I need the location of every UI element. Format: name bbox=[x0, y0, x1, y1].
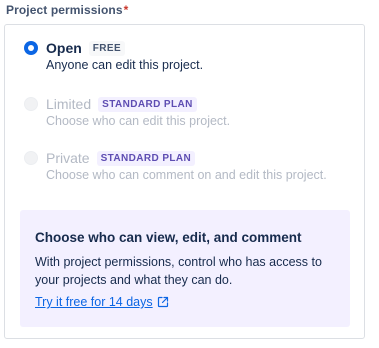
radio-open[interactable] bbox=[24, 41, 38, 55]
radio-limited bbox=[24, 97, 38, 111]
option-open-title-row: Open FREE bbox=[46, 39, 126, 57]
option-title: Open bbox=[46, 40, 82, 56]
promo-body: With project permissions, control who ha… bbox=[35, 255, 322, 287]
try-free-link[interactable]: Try it free for 14 days bbox=[35, 295, 169, 309]
upgrade-promo-card: Choose who can view, edit, and comment W… bbox=[20, 210, 350, 327]
option-description: Choose who can edit this project. bbox=[46, 114, 231, 128]
option-private-title-row: Private STANDARD PLAN bbox=[46, 149, 196, 167]
free-badge: FREE bbox=[88, 40, 126, 56]
required-mark: * bbox=[123, 3, 129, 17]
standard-plan-badge: STANDARD PLAN bbox=[98, 96, 197, 112]
project-permissions-label: Project permissions* bbox=[6, 3, 128, 17]
standard-plan-badge: STANDARD PLAN bbox=[96, 150, 196, 166]
radio-private bbox=[24, 151, 38, 165]
field-label-text: Project permissions bbox=[6, 3, 123, 17]
option-description: Anyone can edit this project. bbox=[46, 58, 204, 72]
option-title: Limited bbox=[46, 96, 92, 112]
permissions-radio-group: Open FREE Anyone can edit this project. … bbox=[4, 24, 365, 339]
option-description: Choose who can comment on and edit this … bbox=[46, 168, 327, 182]
option-limited-title-row: Limited STANDARD PLAN bbox=[46, 95, 197, 113]
promo-title: Choose who can view, edit, and comment bbox=[35, 230, 302, 245]
option-title: Private bbox=[46, 150, 90, 166]
try-free-link-label: Try it free for 14 days bbox=[35, 295, 153, 309]
external-link-icon bbox=[157, 296, 168, 308]
